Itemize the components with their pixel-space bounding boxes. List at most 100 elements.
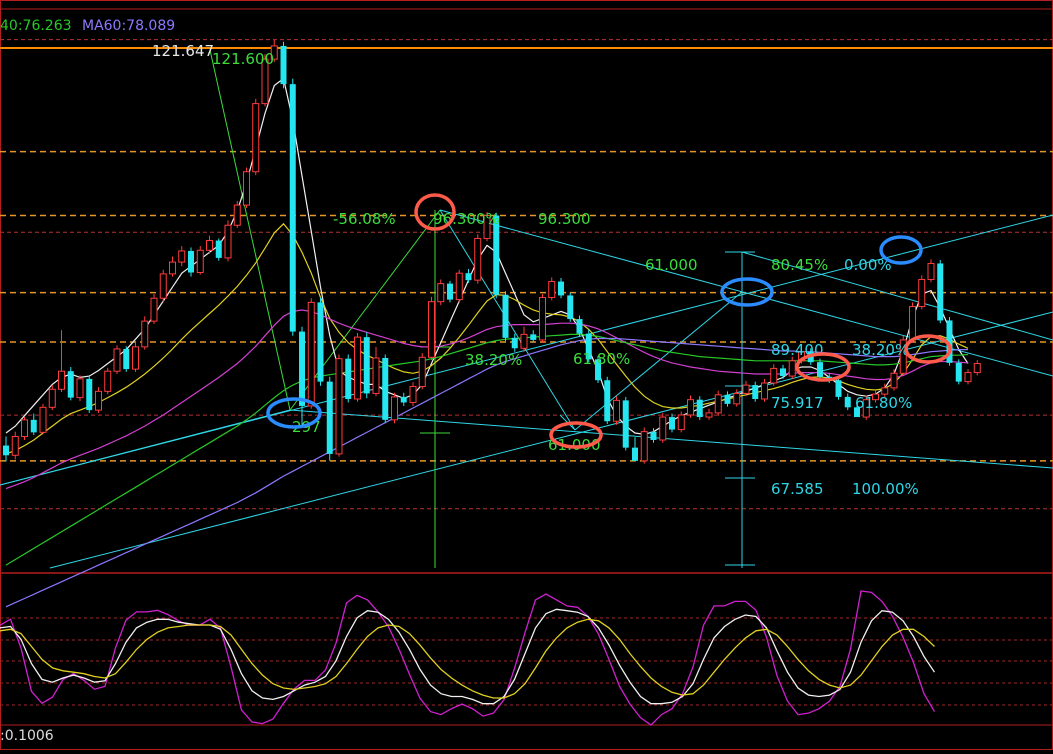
candle-body — [317, 302, 324, 382]
annotation-label: 96.300% — [433, 210, 500, 228]
candle-body — [372, 357, 380, 394]
candle — [973, 360, 981, 376]
candle — [780, 364, 786, 379]
candle — [788, 356, 796, 379]
candle-body — [86, 378, 93, 411]
candle — [964, 369, 972, 385]
candle-body — [169, 261, 176, 275]
candle-body — [11, 436, 19, 456]
candle-body — [770, 367, 778, 384]
moving-average-line — [5, 309, 969, 490]
annotation-label: 38.20% — [852, 341, 909, 359]
candle — [465, 269, 472, 283]
candle-body — [613, 399, 620, 422]
annotation-label: 80.45% — [771, 256, 828, 274]
candle-body — [844, 396, 851, 408]
candle-body — [76, 378, 84, 399]
candle-body — [58, 370, 65, 390]
candle-body — [150, 297, 158, 322]
candle-body — [326, 381, 333, 454]
candle — [48, 385, 56, 411]
candle — [317, 297, 324, 386]
candle — [558, 278, 564, 299]
candle — [39, 403, 47, 435]
candle — [530, 330, 537, 343]
candle — [632, 437, 638, 461]
candle-body — [752, 385, 759, 399]
candle — [548, 277, 556, 301]
candle-body — [280, 45, 287, 85]
candle — [844, 393, 851, 411]
candle — [215, 238, 222, 261]
candle — [418, 353, 426, 390]
candle-body — [104, 370, 112, 392]
candle-body — [455, 272, 463, 301]
candle — [511, 333, 518, 352]
annotation-label: 100.00% — [852, 480, 919, 498]
candle-body — [696, 399, 703, 418]
candle — [104, 367, 112, 395]
annotation-label: 67.585 — [771, 480, 824, 498]
annotation-label: 61.80% — [855, 394, 912, 412]
candle-body — [224, 224, 232, 259]
candle — [520, 326, 528, 352]
candle — [169, 256, 176, 277]
candle-body — [817, 362, 823, 377]
candle — [752, 381, 759, 402]
candle — [659, 412, 667, 443]
candle-body — [650, 431, 657, 440]
candle-body — [48, 388, 56, 408]
annotation-label: 61.000 — [645, 256, 698, 274]
candle — [95, 387, 102, 413]
candle-body — [640, 431, 648, 462]
candle — [224, 220, 232, 262]
candle-body — [123, 348, 130, 370]
candle-body — [243, 171, 250, 206]
candle-body — [705, 412, 713, 418]
candle-body — [159, 273, 167, 299]
candle-body — [474, 237, 482, 281]
candle-body — [890, 372, 898, 389]
candle — [21, 417, 28, 440]
candle-body — [400, 396, 407, 403]
candle — [447, 280, 453, 303]
candle-body — [354, 336, 361, 400]
candle-body — [714, 394, 722, 414]
candle-body — [30, 419, 37, 433]
candle — [30, 413, 37, 436]
candle-body — [724, 394, 731, 404]
candle — [677, 411, 685, 433]
candle-body — [141, 320, 149, 348]
candle-body — [687, 399, 694, 416]
candle — [363, 332, 370, 399]
candle-body — [567, 295, 574, 320]
candle-body — [447, 283, 453, 300]
annotation-label: 89.400 — [771, 341, 824, 359]
candle-body — [178, 250, 186, 263]
fibonacci-annotations: 121.647121.600 -56.08% 96.300% 96.300 38.20%… — [152, 42, 919, 498]
candle-body — [382, 357, 389, 420]
candle-body — [632, 447, 638, 461]
candle-body — [299, 331, 305, 406]
candle — [132, 342, 139, 372]
candle — [474, 234, 482, 284]
candle — [3, 436, 9, 462]
candle — [58, 330, 65, 393]
candle — [613, 396, 620, 425]
candlesticks — [3, 39, 981, 464]
candle-body — [307, 301, 315, 407]
candle-body — [780, 368, 786, 377]
candle — [188, 247, 194, 277]
candle-body — [788, 360, 796, 377]
candle-body — [391, 396, 398, 421]
candle — [400, 392, 407, 406]
candle — [455, 269, 463, 304]
candle — [696, 396, 703, 420]
candle — [817, 358, 823, 380]
candle — [326, 376, 333, 461]
annotation-label: 38.20% — [465, 351, 522, 369]
annotation-label: 75.917 — [771, 394, 824, 412]
candle-body — [437, 283, 445, 303]
candle-body — [502, 294, 509, 338]
candle — [307, 298, 315, 409]
